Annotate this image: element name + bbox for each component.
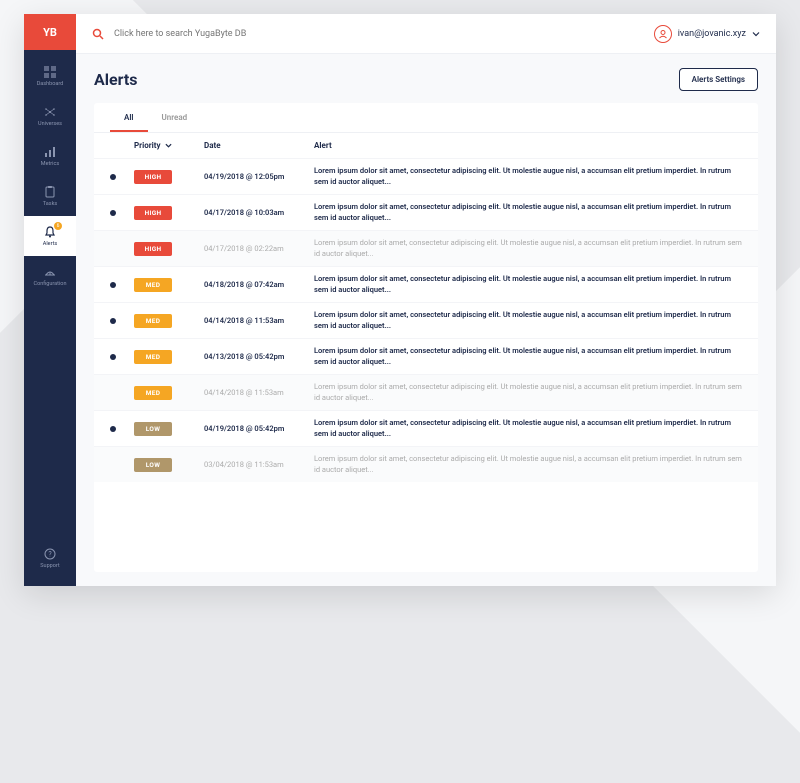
priority-badge: LOW xyxy=(134,422,172,436)
search-icon xyxy=(92,28,104,40)
svg-text:?: ? xyxy=(48,551,52,559)
nav-label: Configuration xyxy=(34,281,67,287)
alert-text: Lorem ipsum dolor sit amet, consectetur … xyxy=(314,274,742,295)
alert-date: 04/14/2018 @ 11:53am xyxy=(204,316,314,325)
priority-badge: HIGH xyxy=(134,242,172,256)
topbar: ivan@jovanic.xyz xyxy=(76,14,776,54)
logo[interactable]: YB xyxy=(24,14,76,50)
priority-badge: HIGH xyxy=(134,170,172,184)
chevron-down-icon xyxy=(752,30,760,38)
user-email: ivan@jovanic.xyz xyxy=(678,29,746,39)
unread-indicator xyxy=(110,426,134,432)
sidebar-item-dashboard[interactable]: Dashboard xyxy=(24,56,76,96)
alert-text: Lorem ipsum dolor sit amet, consectetur … xyxy=(314,202,742,223)
nav-label: Universes xyxy=(38,121,62,127)
dashboard-icon xyxy=(43,65,57,79)
support-label: Support xyxy=(40,563,59,569)
nav-label: Dashboard xyxy=(37,81,64,87)
nav-label: Tasks xyxy=(43,201,57,207)
page-header: Alerts Alerts Settings xyxy=(94,68,758,91)
alert-text: Lorem ipsum dolor sit amet, consectetur … xyxy=(314,238,742,259)
metrics-icon xyxy=(43,145,57,159)
alert-date: 04/19/2018 @ 12:05pm xyxy=(204,172,314,181)
alert-text: Lorem ipsum dolor sit amet, consectetur … xyxy=(314,166,742,187)
unread-indicator xyxy=(110,354,134,360)
alert-row[interactable]: MED 04/18/2018 @ 07:42amLorem ipsum dolor… xyxy=(94,266,758,302)
sidebar-item-metrics[interactable]: Metrics xyxy=(24,136,76,176)
alert-text: Lorem ipsum dolor sit amet, consectetur … xyxy=(314,310,742,331)
sidebar: YB Dashboard Universes Metrics Tasks Alerts 6… xyxy=(24,14,76,586)
alert-date: 04/19/2018 @ 05:42pm xyxy=(204,424,314,433)
alert-date: 04/17/2018 @ 10:03am xyxy=(204,208,314,217)
alert-text: Lorem ipsum dolor sit amet, consectetur … xyxy=(314,418,742,439)
col-priority[interactable]: Priority xyxy=(134,141,204,150)
priority-badge: HIGH xyxy=(134,206,172,220)
sidebar-item-configuration[interactable]: Configuration xyxy=(24,256,76,296)
nav: Dashboard Universes Metrics Tasks Alerts 6 Con… xyxy=(24,56,76,296)
support-link[interactable]: ? Support xyxy=(24,540,76,576)
avatar-icon xyxy=(654,25,672,43)
nav-label: Metrics xyxy=(41,161,59,167)
user-menu[interactable]: ivan@jovanic.xyz xyxy=(654,25,760,43)
page-title: Alerts xyxy=(94,70,138,89)
priority-badge: MED xyxy=(134,350,172,364)
content: Alerts Alerts Settings AllUnread Priorit… xyxy=(76,54,776,586)
alert-row[interactable]: MED 04/13/2018 @ 05:42pmLorem ipsum dolor… xyxy=(94,338,758,374)
alert-row[interactable]: MED 04/14/2018 @ 11:53amLorem ipsum dolor… xyxy=(94,302,758,338)
col-date[interactable]: Date xyxy=(204,141,314,150)
tasks-icon xyxy=(43,185,57,199)
alerts-rows: HIGH04/19/2018 @ 12:05pmLorem ipsum dolo… xyxy=(94,158,758,572)
alert-date: 04/18/2018 @ 07:42am xyxy=(204,280,314,289)
alerts-badge: 6 xyxy=(54,222,62,230)
help-icon: ? xyxy=(43,547,57,561)
alert-text: Lorem ipsum dolor sit amet, consectetur … xyxy=(314,382,742,403)
alert-row[interactable]: MED 04/14/2018 @ 11:53amLorem ipsum dolor… xyxy=(94,374,758,410)
universes-icon xyxy=(43,105,57,119)
alert-row[interactable]: LOW 04/19/2018 @ 05:42pmLorem ipsum dolor… xyxy=(94,410,758,446)
alert-date: 04/13/2018 @ 05:42pm xyxy=(204,352,314,361)
table-header: Priority Date Alert xyxy=(94,133,758,158)
alert-row[interactable]: LOW 03/04/2018 @ 11:53amLorem ipsum dolor… xyxy=(94,446,758,482)
priority-badge: MED xyxy=(134,314,172,328)
alert-row[interactable]: HIGH 04/19/2018 @ 12:05pmLorem ipsum dolo… xyxy=(94,158,758,194)
alert-row[interactable]: HIGH 04/17/2018 @ 02:22amLorem ipsum dolo… xyxy=(94,230,758,266)
sidebar-item-universes[interactable]: Universes xyxy=(24,96,76,136)
tab-all[interactable]: All xyxy=(110,103,148,132)
configuration-icon xyxy=(43,265,57,279)
tabs: AllUnread xyxy=(94,103,758,133)
tab-unread[interactable]: Unread xyxy=(148,103,202,132)
unread-indicator xyxy=(110,210,134,216)
unread-indicator xyxy=(110,282,134,288)
col-alert[interactable]: Alert xyxy=(314,141,742,150)
alert-text: Lorem ipsum dolor sit amet, consectetur … xyxy=(314,346,742,367)
alerts-settings-button[interactable]: Alerts Settings xyxy=(679,68,758,91)
sidebar-item-alerts[interactable]: Alerts 6 xyxy=(24,216,76,256)
alert-date: 04/14/2018 @ 11:53am xyxy=(204,388,314,397)
nav-label: Alerts xyxy=(43,241,57,247)
alert-date: 04/17/2018 @ 02:22am xyxy=(204,244,314,253)
chevron-down-icon xyxy=(165,142,172,149)
main: ivan@jovanic.xyz Alerts Alerts Settings … xyxy=(76,14,776,586)
search-input[interactable] xyxy=(114,29,654,39)
unread-indicator xyxy=(110,174,134,180)
alert-row[interactable]: HIGH 04/17/2018 @ 10:03amLorem ipsum dolo… xyxy=(94,194,758,230)
priority-badge: MED xyxy=(134,386,172,400)
alert-date: 03/04/2018 @ 11:53am xyxy=(204,460,314,469)
priority-badge: LOW xyxy=(134,458,172,472)
priority-badge: MED xyxy=(134,278,172,292)
alert-text: Lorem ipsum dolor sit amet, consectetur … xyxy=(314,454,742,475)
unread-indicator xyxy=(110,318,134,324)
alerts-panel: AllUnread Priority Date Alert HIGH 04/19/… xyxy=(94,103,758,572)
sidebar-item-tasks[interactable]: Tasks xyxy=(24,176,76,216)
